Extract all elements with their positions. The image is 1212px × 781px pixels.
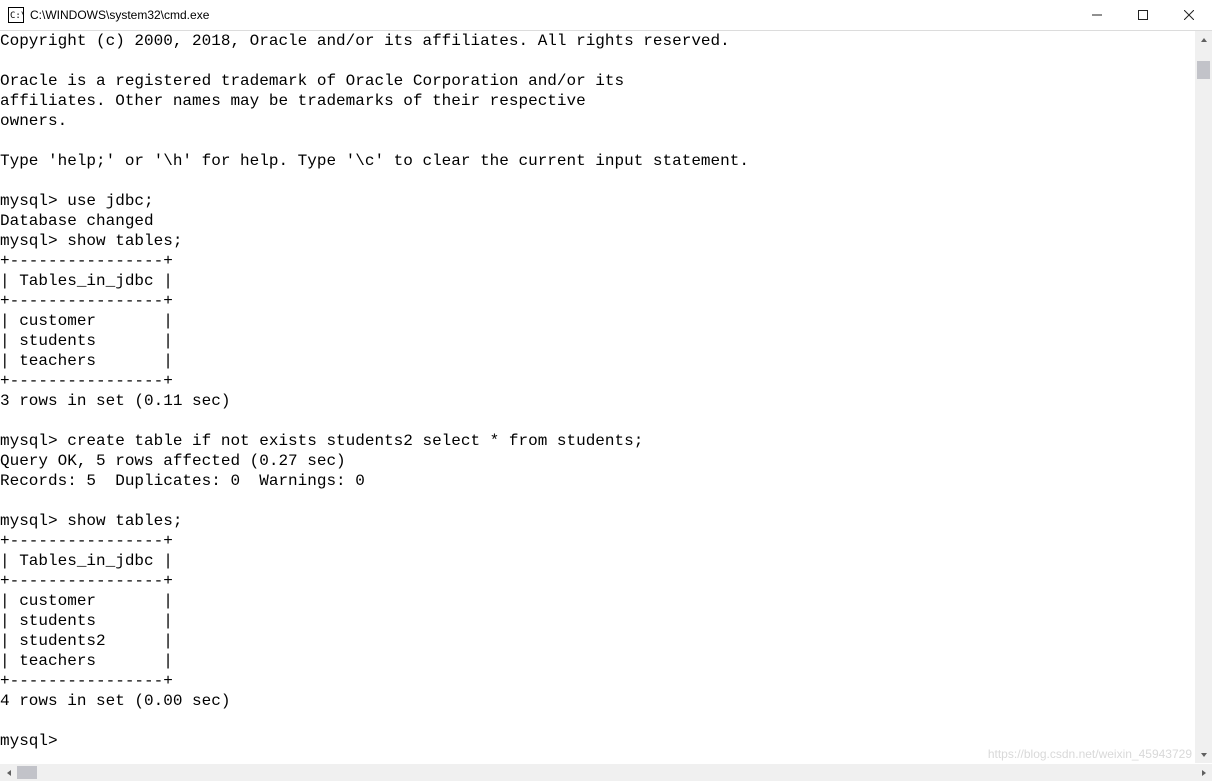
- console-output[interactable]: Copyright (c) 2000, 2018, Oracle and/or …: [0, 31, 1195, 763]
- scroll-left-icon[interactable]: [0, 764, 17, 781]
- cmd-icon: C:\: [8, 7, 24, 23]
- vertical-scrollbar[interactable]: [1195, 31, 1212, 763]
- window-titlebar: C:\ C:\WINDOWS\system32\cmd.exe: [0, 0, 1212, 31]
- svg-text:C:\: C:\: [10, 11, 24, 21]
- close-button[interactable]: [1166, 0, 1212, 30]
- vertical-scroll-thumb[interactable]: [1197, 61, 1210, 79]
- scroll-up-icon[interactable]: [1195, 31, 1212, 48]
- minimize-button[interactable]: [1074, 0, 1120, 30]
- window-controls: [1074, 0, 1212, 30]
- console-area: Copyright (c) 2000, 2018, Oracle and/or …: [0, 31, 1212, 763]
- horizontal-scroll-thumb[interactable]: [17, 766, 37, 779]
- scroll-down-icon[interactable]: [1195, 746, 1212, 763]
- scroll-right-icon[interactable]: [1195, 764, 1212, 781]
- maximize-button[interactable]: [1120, 0, 1166, 30]
- window-title: C:\WINDOWS\system32\cmd.exe: [30, 8, 209, 22]
- horizontal-scrollbar[interactable]: [0, 764, 1212, 781]
